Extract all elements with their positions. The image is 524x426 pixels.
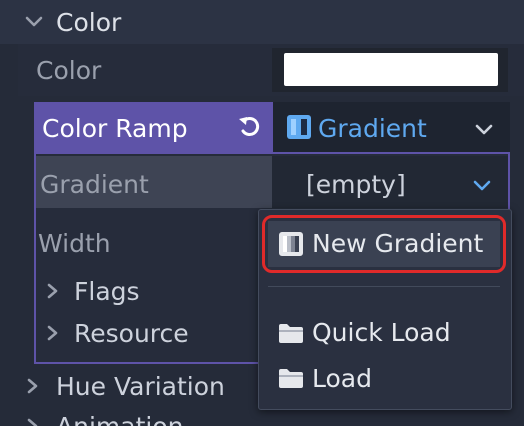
- menu-separator: [268, 286, 500, 287]
- highlight-annotation: [262, 215, 506, 273]
- color-swatch: [284, 53, 498, 86]
- revert-icon[interactable]: [236, 114, 264, 140]
- property-label-color: Color: [36, 56, 102, 85]
- menu-item-quick-load[interactable]: Quick Load: [268, 310, 500, 354]
- section-header-resource[interactable]: Resource: [36, 313, 258, 355]
- menu-item-quick-load-label: Quick Load: [312, 318, 451, 347]
- section-header-animation-label: Animation: [56, 414, 183, 426]
- resource-value-empty: [empty]: [306, 170, 406, 199]
- section-header-resource-label: Resource: [74, 319, 189, 348]
- section-header-animation[interactable]: Animation: [0, 408, 258, 426]
- menu-item-load-label: Load: [312, 364, 372, 393]
- menu-item-load[interactable]: Load: [268, 356, 500, 400]
- chevron-right-icon: [24, 417, 40, 426]
- folder-icon: [278, 322, 304, 344]
- chevron-right-icon: [44, 282, 60, 300]
- property-label-gradient: Gradient: [40, 170, 149, 199]
- chevron-right-icon: [24, 377, 40, 395]
- section-header-color[interactable]: Color: [0, 0, 524, 44]
- gradient-icon: [286, 114, 312, 140]
- chevron-down-icon[interactable]: [474, 122, 494, 138]
- resource-type-label: Gradient: [318, 114, 427, 143]
- property-label-color-ramp: Color Ramp: [42, 114, 188, 143]
- section-header-hue-variation[interactable]: Hue Variation: [0, 366, 258, 408]
- chevron-down-icon[interactable]: [472, 178, 492, 194]
- section-header-flags[interactable]: Flags: [36, 270, 258, 312]
- folder-icon: [278, 367, 304, 389]
- property-label-width: Width: [38, 229, 111, 258]
- section-header-color-label: Color: [56, 8, 122, 37]
- chevron-right-icon: [44, 324, 60, 342]
- chevron-down-icon: [24, 13, 44, 31]
- section-header-hue-variation-label: Hue Variation: [56, 372, 225, 401]
- section-header-flags-label: Flags: [74, 277, 140, 306]
